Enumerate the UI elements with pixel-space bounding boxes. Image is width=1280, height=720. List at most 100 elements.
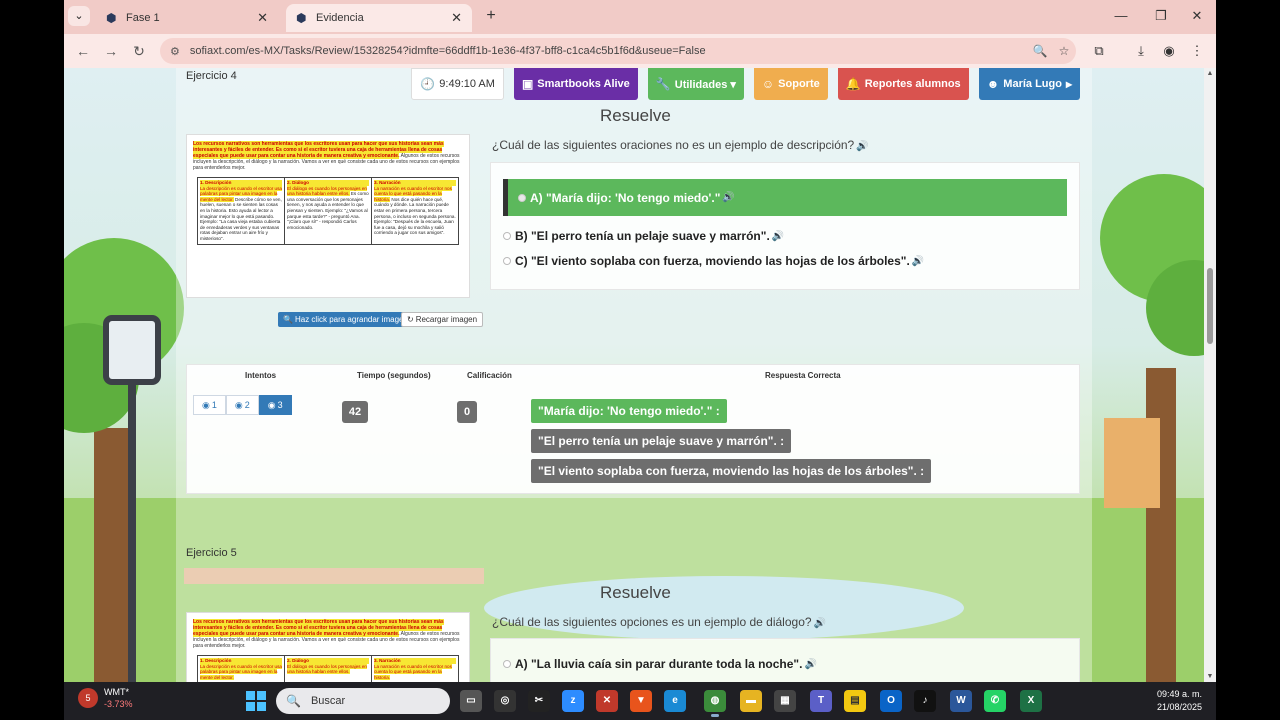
scroll-down-icon[interactable]: ▼ (1204, 673, 1216, 680)
sticky-notes-icon[interactable]: ▤ (844, 690, 866, 712)
word-icon[interactable]: W (950, 690, 972, 712)
clock-time: 9:49:10 AM (439, 78, 495, 90)
option-b[interactable]: B) "El perro tenía un pelaje suave y mar… (503, 229, 784, 243)
tree-crown-left (64, 238, 184, 378)
article-image[interactable]: Los recursos narrativos son herramientas… (186, 612, 470, 682)
taskbar-search[interactable]: 🔍 Buscar (276, 688, 450, 714)
option-a[interactable]: A) "María dijo: 'No tengo miedo'." 🔊 (503, 179, 1067, 216)
outlook-icon[interactable]: O (880, 690, 902, 712)
exercise-5-label: Ejercicio 5 (186, 547, 237, 559)
speaker-icon[interactable]: 🔊 (804, 659, 816, 670)
address-bar[interactable]: ⚙ sofiaxt.com/es-MX/Tasks/Review/1532825… (160, 38, 1076, 64)
speaker-icon[interactable]: 🔊 (912, 256, 924, 267)
article-table: 1. Descripción La descripción es cuando e… (197, 177, 459, 245)
brave-icon[interactable]: ▼ (630, 690, 652, 712)
capcut-icon[interactable]: ✂ (528, 690, 550, 712)
tiktok-icon[interactable]: ♪ (914, 690, 936, 712)
system-clock[interactable]: 09:49 a. m. 21/08/2025 (1157, 688, 1202, 714)
user-name: María Lugo (1003, 78, 1062, 90)
stock-name: WMT* (104, 687, 129, 697)
eye-icon: ◉ (267, 399, 276, 410)
soporte-label: Soporte (778, 78, 820, 90)
header-time: Tiempo (segundos) (357, 371, 431, 380)
app-icon[interactable]: ◎ (494, 690, 516, 712)
top-header: 🕘 9:49:10 AM ▣ Smartbooks Alive 🔧 Utilid… (411, 68, 1080, 100)
bookmark-star-icon[interactable]: ☆ (1052, 44, 1076, 58)
incorrect-answer: "El viento soplaba con fuerza, moviendo … (531, 459, 932, 483)
start-button[interactable] (246, 691, 266, 711)
chevron-down-icon: ⌄ (74, 10, 84, 22)
tab-title: Fase 1 (126, 12, 160, 24)
tab-search-button[interactable]: ⌄ (68, 6, 90, 26)
speaker-icon[interactable]: 🔊 (814, 618, 826, 629)
radio-button[interactable] (503, 257, 511, 265)
page-scrollbar[interactable]: ▲ ▼ (1204, 68, 1216, 682)
file-explorer-icon[interactable]: ▬ (740, 690, 762, 712)
column-highlight: El diálogo es cuando los personajes en u… (287, 663, 367, 675)
tree-crown-right (1100, 174, 1216, 302)
enlarge-image-button[interactable]: 🔍 Haz click para agrandar imagen (278, 312, 413, 327)
utilidades-button[interactable]: 🔧 Utilidades ▾ (647, 68, 744, 100)
close-icon[interactable]: ✕ (257, 10, 268, 26)
close-icon[interactable]: ✕ (451, 10, 462, 26)
download-icon[interactable]: ⤓ (1130, 41, 1152, 61)
back-button[interactable]: ← (72, 41, 94, 61)
article-image[interactable]: Los recursos narrativos son herramientas… (186, 134, 470, 298)
close-window-button[interactable]: ✕ (1180, 6, 1214, 26)
eye-icon: ◉ (234, 399, 243, 410)
option-c[interactable]: C) "El viento soplaba con fuerza, movien… (503, 254, 924, 268)
book-icon: ▣ (521, 77, 534, 91)
attempt-number: 3 (277, 400, 283, 410)
search-placeholder: Buscar (310, 695, 346, 707)
reload-image-button[interactable]: ↻ Recargar imagen (401, 312, 484, 327)
scrollbar-thumb[interactable] (1207, 268, 1213, 344)
profile-avatar-icon[interactable]: ◉ (1158, 41, 1180, 61)
reload-image-label: Recargar imagen (415, 315, 478, 324)
exercise-5-question: ¿Cuál de las siguientes opciones es un e… (492, 615, 826, 629)
exercise-4-question: ¿Cuál de las siguientes oraciones no es … (492, 138, 869, 152)
menu-kebab-icon[interactable]: ⋮ (1186, 41, 1208, 61)
column-highlight: La narración es cuando el escritor nos c… (374, 663, 452, 680)
teams-icon[interactable]: T (810, 690, 832, 712)
tab-fase-1[interactable]: ⬢ Fase 1 ✕ (96, 4, 278, 32)
option-a[interactable]: A) "La lluvia caía sin parar durante tod… (503, 657, 817, 671)
new-tab-button[interactable]: + (480, 6, 502, 26)
attempt-tab-2[interactable]: ◉ 2 (225, 395, 259, 415)
attempt-tab-3[interactable]: ◉ 3 (258, 395, 292, 415)
stock-widget[interactable]: 5 WMT* -3.73% (78, 686, 133, 710)
reportes-button[interactable]: 🔔 Reportes alumnos (837, 68, 969, 100)
reload-icon: ↻ (407, 315, 414, 324)
forward-button[interactable]: → (100, 41, 122, 61)
windows-taskbar: 5 WMT* -3.73% 🔍 Buscar ▭ ◎ ✂ z ✕ ▼ e ◍ ▬… (64, 682, 1216, 720)
tab-strip: ⌄ ⬢ Fase 1 ✕ ⬢ Evidencia ✕ + — ❐ ✕ (64, 0, 1216, 34)
extensions-icon[interactable]: ⧉ (1088, 41, 1110, 61)
radio-button[interactable] (503, 660, 511, 668)
reload-button[interactable]: ↻ (128, 41, 150, 61)
task-view-icon[interactable]: ▭ (460, 690, 482, 712)
speaker-icon[interactable]: 🔊 (722, 192, 734, 203)
soporte-button[interactable]: ☺ Soporte (753, 68, 828, 100)
site-info-icon[interactable]: ⚙ (170, 45, 180, 58)
page-viewport: 🕘 9:49:10 AM ▣ Smartbooks Alive 🔧 Utilid… (64, 68, 1216, 682)
radio-button[interactable] (518, 193, 526, 202)
article-column: 1. Descripción La descripción es cuando e… (198, 656, 285, 682)
restore-button[interactable]: ❐ (1144, 6, 1178, 26)
radio-button[interactable] (503, 232, 511, 240)
scroll-up-icon[interactable]: ▲ (1204, 70, 1216, 77)
user-menu-button[interactable]: ☻ María Lugo ▸ (978, 68, 1080, 100)
edge-icon[interactable]: e (664, 690, 686, 712)
speaker-icon[interactable]: 🔊 (772, 231, 784, 242)
tab-evidencia[interactable]: ⬢ Evidencia ✕ (286, 4, 472, 32)
speaker-icon[interactable]: 🔊 (856, 141, 868, 152)
store-icon[interactable]: ▦ (774, 690, 796, 712)
whatsapp-icon[interactable]: ✆ (984, 690, 1006, 712)
minimize-button[interactable]: — (1104, 6, 1138, 26)
app-icon[interactable]: ✕ (596, 690, 618, 712)
zoom-app-icon[interactable]: z (562, 690, 584, 712)
excel-icon[interactable]: X (1020, 690, 1042, 712)
zoom-icon[interactable]: 🔍 (1028, 44, 1052, 58)
chrome-icon[interactable]: ◍ (704, 690, 726, 717)
smartbooks-button[interactable]: ▣ Smartbooks Alive (513, 68, 638, 100)
attempt-tab-1[interactable]: ◉ 1 (193, 395, 226, 415)
stock-badge: 5 (78, 688, 98, 708)
